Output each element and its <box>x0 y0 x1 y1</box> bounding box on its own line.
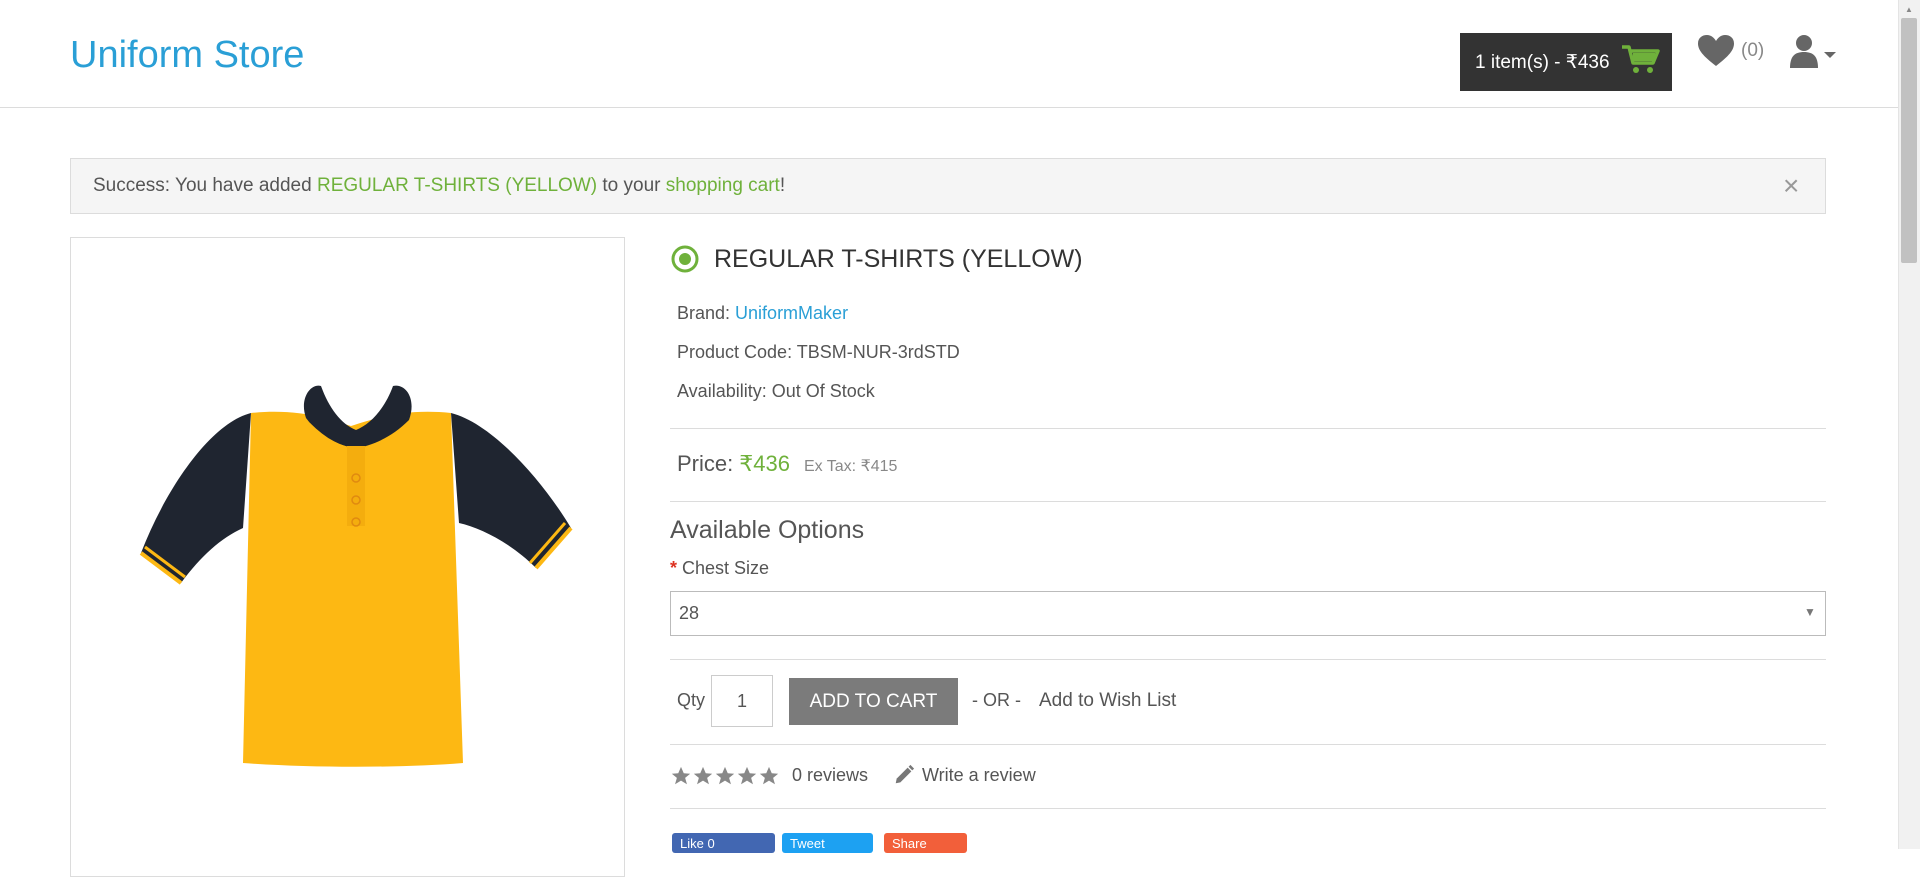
star-icon <box>715 766 735 785</box>
product-code-line: Product Code: TBSM-NUR-3rdSTD <box>677 342 960 363</box>
divider <box>670 428 1826 429</box>
facebook-like-button[interactable]: Like 0 <box>672 833 775 853</box>
rating-stars <box>670 765 780 787</box>
product-title-row: REGULAR T-SHIRTS (YELLOW) <box>670 244 1083 274</box>
cart-summary-label: 1 item(s) - ₹436 <box>1475 51 1610 73</box>
share-button[interactable]: Share <box>884 833 967 853</box>
availability-value: Out Of Stock <box>771 381 875 401</box>
account-dropdown[interactable] <box>1789 34 1837 68</box>
scrollbar-thumb[interactable] <box>1901 18 1917 263</box>
write-review-link[interactable]: Write a review <box>893 764 1036 786</box>
or-separator: - OR - <box>972 690 1021 710</box>
brand-link[interactable]: UniformMaker <box>735 303 848 323</box>
cart-button[interactable]: 1 item(s) - ₹436 <box>1460 33 1672 91</box>
star-icon <box>693 766 713 785</box>
ex-tax-price: Ex Tax: ₹415 <box>803 458 898 475</box>
caret-down-icon <box>1824 52 1836 58</box>
facebook-like-label: Like 0 <box>680 835 715 851</box>
divider <box>670 501 1826 502</box>
radio-dot-icon <box>671 245 699 273</box>
available-options-heading: Available Options <box>670 516 865 544</box>
wishlist-count: (0) <box>1741 40 1765 61</box>
product-image-tshirt <box>139 385 573 767</box>
qty-label: Qty <box>677 690 706 710</box>
wishlist-link[interactable]: (0) <box>1697 34 1764 68</box>
chest-size-select[interactable]: 28 <box>670 591 1826 636</box>
tweet-button[interactable]: Tweet <box>782 833 873 853</box>
alert-middle: to your <box>597 175 666 196</box>
product-image-panel[interactable] <box>70 237 625 877</box>
pencil-icon <box>895 764 915 784</box>
star-icon <box>759 766 779 785</box>
store-logo-link[interactable]: Uniform Store <box>70 34 304 77</box>
heart-icon <box>1698 35 1734 66</box>
alert-prefix: Success: You have added <box>93 175 317 196</box>
product-code-label: Product Code: <box>677 342 797 362</box>
price-value: ₹436 <box>739 451 790 476</box>
quantity-input[interactable]: 1 <box>711 675 773 727</box>
share-label: Share <box>892 835 927 851</box>
divider <box>670 659 1826 660</box>
brand-label: Brand: <box>677 303 736 323</box>
success-alert: Success: You have added REGULAR T-SHIRTS… <box>70 158 1826 214</box>
shopping-cart-icon <box>1620 43 1662 81</box>
add-to-wishlist-button[interactable]: Add to Wish List <box>1039 690 1176 712</box>
chest-size-text: Chest Size <box>682 558 770 578</box>
alert-cart-link[interactable]: shopping cart <box>666 175 780 197</box>
reviews-count-link[interactable]: 0 reviews <box>792 765 868 786</box>
tweet-label: Tweet <box>790 835 825 851</box>
scroll-up-arrow-icon[interactable]: ▲ <box>1898 0 1920 18</box>
close-icon[interactable]: × <box>1783 168 1799 204</box>
brand-line: Brand: UniformMaker <box>677 303 848 324</box>
write-review-label: Write a review <box>922 764 1036 785</box>
divider <box>670 808 1826 809</box>
availability-line: Availability: Out Of Stock <box>677 381 875 402</box>
product-title: REGULAR T-SHIRTS (YELLOW) <box>714 244 1083 273</box>
divider <box>670 744 1826 745</box>
product-code-value: TBSM-NUR-3rdSTD <box>796 342 960 362</box>
price-row: Price: ₹436 Ex Tax: ₹415 <box>677 451 897 477</box>
alert-product-link[interactable]: REGULAR T-SHIRTS (YELLOW) <box>317 175 597 197</box>
user-icon <box>1790 35 1818 68</box>
alert-suffix: ! <box>779 175 786 196</box>
chest-size-selected: 28 <box>679 603 700 623</box>
star-icon <box>671 766 691 785</box>
star-icon <box>737 766 757 785</box>
required-mark: * <box>670 558 678 578</box>
add-to-cart-button[interactable]: ADD TO CART <box>789 678 958 725</box>
select-caret-icon: ▼ <box>1804 605 1816 619</box>
availability-label: Availability: <box>677 381 772 401</box>
chest-size-label: * Chest Size <box>670 558 769 579</box>
price-label: Price: <box>677 451 734 476</box>
